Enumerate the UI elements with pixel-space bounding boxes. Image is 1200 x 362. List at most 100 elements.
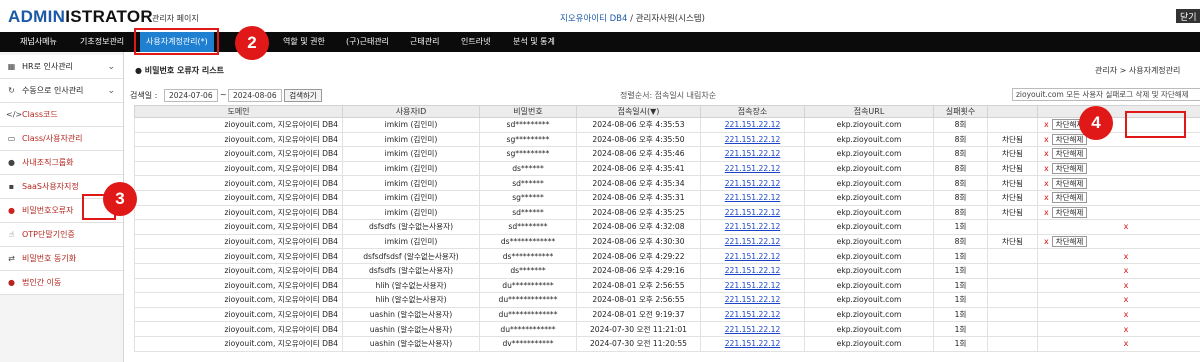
delete-x-icon[interactable]: x xyxy=(1044,149,1049,158)
domain-cell: zioyouit.com, 지오유아이티 DB4 xyxy=(134,321,343,337)
delete-x-icon[interactable]: x xyxy=(1044,179,1049,188)
unblock-button[interactable]: 차단해제 xyxy=(1051,236,1088,248)
delete-x-icon[interactable]: x xyxy=(1124,222,1129,231)
col-user-id[interactable]: 사용자ID xyxy=(342,105,480,118)
unblock-button[interactable]: 차단해제 xyxy=(1051,133,1088,145)
ip-cell[interactable]: 221.151.22.12 xyxy=(700,189,805,206)
fail-count-cell: 1회 xyxy=(933,248,988,264)
date-to-input[interactable]: 2024-08-06 xyxy=(228,89,282,102)
table-row: zioyouit.com, 지오유아이티 DB4 dsfsdfs (알수없는사용자… xyxy=(134,219,1200,235)
nav-item-basic-info[interactable]: 기초정보관리 xyxy=(80,32,124,52)
nav-item-attendance[interactable]: 근태관리 xyxy=(410,32,439,52)
delete-x-icon[interactable]: x xyxy=(1124,310,1129,319)
nav-item-system-menu[interactable]: 재넘사메뉴 xyxy=(20,32,57,52)
nav-item-old-attendance[interactable]: (구)근태관리 xyxy=(346,32,389,52)
domain-cell: zioyouit.com, 지오유아이티 DB4 xyxy=(134,204,343,221)
date-from-input[interactable]: 2024-07-06 xyxy=(164,89,218,102)
action-cell: x xyxy=(1037,262,1200,279)
ip-cell[interactable]: 221.151.22.12 xyxy=(700,117,805,133)
delete-x-icon[interactable]: x xyxy=(1124,281,1129,290)
close-button[interactable]: 닫기 xyxy=(1176,9,1200,23)
action-cell: x 차단해제 xyxy=(1037,146,1200,162)
delete-x-icon[interactable]: x xyxy=(1124,325,1129,334)
col-domain[interactable]: 도메인 xyxy=(134,105,343,118)
table-header-row: 도메인 사용자ID 비밀번호 접속일시(▼) 접속장소 접속URL 실패횟수 xyxy=(134,105,1200,118)
sidebar-item-class-user[interactable]: ▭ Class/사용자관리 xyxy=(0,127,123,151)
delete-x-icon[interactable]: x xyxy=(1044,193,1049,202)
sidebar-item-manual-hr[interactable]: ↻ 수동으로 인사관리 ⌄ xyxy=(0,79,123,103)
datetime-cell: 2024-08-06 오후 4:35:25 xyxy=(576,204,701,221)
unblock-button[interactable]: 차단해제 xyxy=(1051,163,1088,175)
unblock-button[interactable]: 차단해제 xyxy=(1051,206,1088,218)
nav-item-roles[interactable]: 역할 및 권한 xyxy=(283,32,325,52)
nav-item-analytics[interactable]: 분석 및 통계 xyxy=(513,32,555,52)
ip-cell[interactable]: 221.151.22.12 xyxy=(700,262,805,279)
fail-count-cell: 1회 xyxy=(933,277,988,294)
table-row: zioyouit.com, 지오유아이티 DB4 uashin (알수없는사용자)… xyxy=(134,321,1200,337)
delete-x-icon[interactable]: x xyxy=(1044,208,1049,217)
delete-x-icon[interactable]: x xyxy=(1124,339,1129,348)
bulk-unblock-input[interactable]: zioyouit.com 모든 사용자 실패로그 삭제 및 자단해제 xyxy=(1012,88,1200,101)
delete-x-icon[interactable]: x xyxy=(1124,295,1129,304)
highlight-box-nav xyxy=(134,28,219,55)
org-name: 지오유아이티 DB4 xyxy=(560,14,628,24)
user-name: 관리자사원(시스템) xyxy=(635,14,705,24)
user-id-cell: hlih (알수없는사용자) xyxy=(342,277,480,294)
password-cell: ds************ xyxy=(479,233,577,250)
user-id-cell: dsfsdfs (알수없는사용자) xyxy=(342,262,480,279)
status-cell: 차단됨 xyxy=(987,131,1038,148)
unblock-button[interactable]: 차단해제 xyxy=(1051,177,1088,189)
delete-x-icon[interactable]: x xyxy=(1124,252,1129,261)
ip-cell[interactable]: 221.151.22.12 xyxy=(700,335,805,352)
nav-item-intranet[interactable]: 인트라넷 xyxy=(461,32,490,52)
delete-x-icon[interactable]: x xyxy=(1044,237,1049,246)
ip-cell[interactable]: 221.151.22.12 xyxy=(700,175,805,191)
hr-icon: ▦ xyxy=(7,62,16,71)
password-cell: sd****** xyxy=(479,175,577,191)
sidebar-item-hr[interactable]: ▦ HR로 인사관리 ⌄ xyxy=(0,55,123,79)
domain-cell: zioyouit.com, 지오유아이티 DB4 xyxy=(134,262,343,279)
col-datetime[interactable]: 접속일시(▼) xyxy=(576,105,701,118)
ip-cell[interactable]: 221.151.22.12 xyxy=(700,219,805,235)
status-cell xyxy=(987,117,1038,133)
delete-x-icon[interactable]: x xyxy=(1044,135,1049,144)
status-cell xyxy=(987,292,1038,308)
table-row: zioyouit.com, 지오유아이티 DB4 hlih (알수없는사용자) du… xyxy=(134,292,1200,308)
url-cell: ekp.zioyouit.com xyxy=(804,189,934,206)
delete-x-icon[interactable]: x xyxy=(1044,120,1049,129)
datetime-cell: 2024-08-06 오후 4:29:22 xyxy=(576,248,701,264)
action-cell: x xyxy=(1037,306,1200,323)
ip-cell[interactable]: 221.151.22.12 xyxy=(700,277,805,294)
table-row: zioyouit.com, 지오유아이티 DB4 imkim (김인미) sg***… xyxy=(134,146,1200,162)
sidebar-item-org-group[interactable]: ● 사내조직그룹화 xyxy=(0,151,123,175)
ip-cell[interactable]: 221.151.22.12 xyxy=(700,292,805,308)
delete-x-icon[interactable]: x xyxy=(1124,266,1129,275)
ip-cell[interactable]: 221.151.22.12 xyxy=(700,306,805,323)
col-password[interactable]: 비밀번호 xyxy=(479,105,577,118)
col-ip[interactable]: 접속장소 xyxy=(700,105,805,118)
ip-cell[interactable]: 221.151.22.12 xyxy=(700,131,805,148)
col-fail-count[interactable]: 실패횟수 xyxy=(933,105,988,118)
ip-cell[interactable]: 221.151.22.12 xyxy=(700,160,805,177)
fail-count-cell: 8회 xyxy=(933,131,988,148)
ip-cell[interactable]: 221.151.22.12 xyxy=(700,146,805,162)
sidebar-item-corp-move[interactable]: ● 법인간 이동 xyxy=(0,271,123,295)
admin-logo[interactable]: ADMINISTRATOR xyxy=(8,7,153,27)
sidebar-item-class-code[interactable]: </>Class코드 xyxy=(0,103,123,127)
ip-cell[interactable]: 221.151.22.12 xyxy=(700,321,805,337)
sidebar-item-otp[interactable]: ☝ OTP단말기인증 xyxy=(0,223,123,247)
search-button[interactable]: 검색하기 xyxy=(284,89,322,102)
unblock-button[interactable]: 차단해제 xyxy=(1051,148,1088,160)
hand-icon: ☝ xyxy=(9,230,14,239)
status-cell xyxy=(987,248,1038,264)
page-title: ● 비밀번호 오류자 리스트 xyxy=(135,66,224,75)
delete-x-icon[interactable]: x xyxy=(1044,164,1049,173)
sidebar-item-password-sync[interactable]: ⇄ 비밀번호 동기화 xyxy=(0,247,123,271)
domain-cell: zioyouit.com, 지오유아이티 DB4 xyxy=(134,306,343,323)
col-url[interactable]: 접속URL xyxy=(804,105,934,118)
password-cell: sd****** xyxy=(479,204,577,221)
unblock-button[interactable]: 차단해제 xyxy=(1051,192,1088,204)
ip-cell[interactable]: 221.151.22.12 xyxy=(700,204,805,221)
ip-cell[interactable]: 221.151.22.12 xyxy=(700,248,805,264)
ip-cell[interactable]: 221.151.22.12 xyxy=(700,233,805,250)
